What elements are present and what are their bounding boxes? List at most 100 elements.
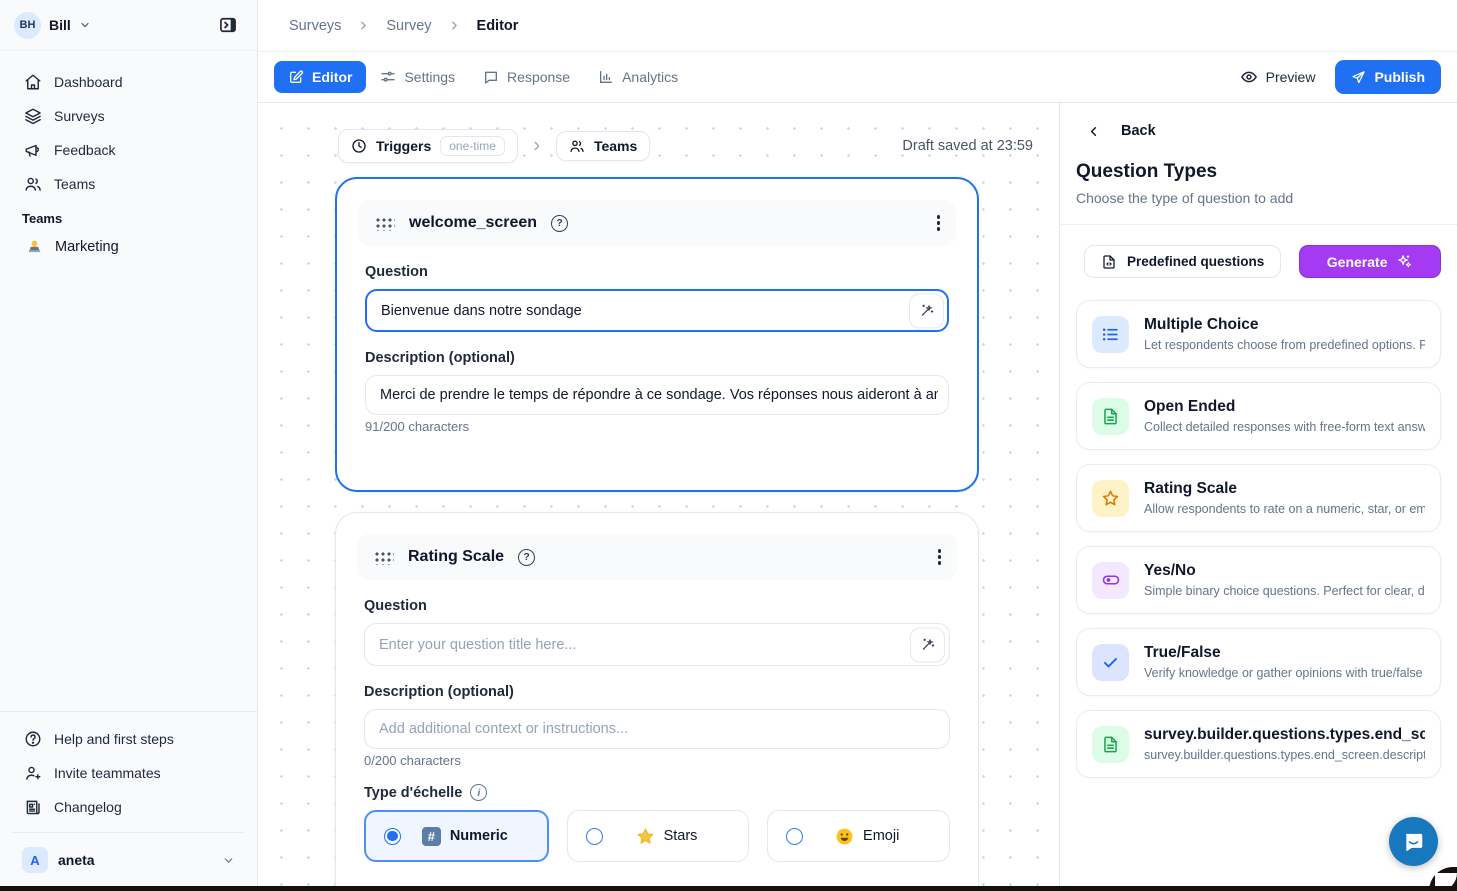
- char-count: 91/200 characters: [365, 419, 949, 434]
- question-card-title: welcome_screen: [409, 214, 537, 232]
- kebab-menu-icon[interactable]: [938, 549, 941, 564]
- tab-label: Settings: [404, 69, 455, 85]
- type-card-rating-scale[interactable]: Rating Scale Allow respondents to rate o…: [1076, 464, 1441, 532]
- type-title: Open Ended: [1144, 398, 1425, 416]
- drag-handle-icon[interactable]: [373, 550, 394, 565]
- panel-subtitle: Choose the type of question to add: [1076, 190, 1441, 206]
- publish-button[interactable]: Publish: [1335, 60, 1441, 94]
- teams-button[interactable]: Teams: [556, 131, 650, 161]
- sliders-icon: [380, 69, 396, 85]
- sidebar: BH Bill Dashboard Surveys Feedback Teams…: [0, 0, 258, 891]
- sparkles-icon: [1396, 253, 1413, 270]
- editor-toolbar: Editor Settings Response Analytics Previ…: [258, 52, 1457, 103]
- scale-option-stars[interactable]: Stars: [567, 810, 750, 862]
- type-card-true-false[interactable]: True/False Verify knowledge or gather op…: [1076, 628, 1441, 696]
- sidebar-toggle-icon[interactable]: [213, 10, 243, 40]
- sidebar-item-marketing[interactable]: Marketing: [12, 230, 245, 263]
- question-card-welcome[interactable]: welcome_screen ? Question Description (o…: [335, 177, 979, 492]
- type-card-yes-no[interactable]: Yes/No Simple binary choice questions. P…: [1076, 546, 1441, 614]
- chevron-right-icon: [530, 139, 544, 153]
- sidebar-nav: Dashboard Surveys Feedback Teams Teams M…: [0, 51, 257, 263]
- tab-editor[interactable]: Editor: [274, 61, 366, 93]
- publish-label: Publish: [1374, 69, 1425, 85]
- document-icon: [1092, 398, 1129, 435]
- users-icon: [569, 138, 585, 154]
- generate-button[interactable]: Generate: [1299, 245, 1441, 278]
- panel-title: Question Types: [1076, 161, 1441, 183]
- question-card-rating[interactable]: Rating Scale ? Question Description (opt…: [335, 512, 979, 891]
- magic-wand-icon[interactable]: [910, 627, 945, 662]
- predefined-questions-button[interactable]: Predefined questions: [1084, 245, 1281, 278]
- scale-option-label: Stars: [664, 828, 698, 844]
- tab-response[interactable]: Response: [469, 61, 584, 93]
- org-switcher[interactable]: A aneta: [12, 839, 245, 881]
- type-card-open-ended[interactable]: Open Ended Collect detailed responses wi…: [1076, 382, 1441, 450]
- tab-analytics[interactable]: Analytics: [584, 61, 692, 93]
- help-circle-icon: [24, 730, 42, 748]
- bar-chart-icon: [598, 69, 614, 85]
- check-icon: [1092, 644, 1129, 681]
- magic-wand-icon[interactable]: [909, 293, 944, 328]
- chevron-down-icon[interactable]: [79, 19, 91, 31]
- tab-settings[interactable]: Settings: [366, 61, 469, 93]
- breadcrumb-editor: Editor: [477, 18, 519, 34]
- question-card-header: welcome_screen ?: [358, 200, 956, 246]
- sidebar-item-dashboard[interactable]: Dashboard: [12, 65, 245, 99]
- chat-launcher-button[interactable]: [1389, 817, 1438, 866]
- question-title-input[interactable]: [365, 289, 949, 332]
- sidebar-item-label: Surveys: [54, 108, 105, 124]
- radio-selected: [384, 828, 401, 845]
- help-circle-icon[interactable]: ?: [518, 549, 535, 566]
- drag-handle-icon[interactable]: [374, 216, 395, 231]
- type-card-multiple-choice[interactable]: Multiple Choice Let respondents choose f…: [1076, 300, 1441, 368]
- scale-option-label: Numeric: [450, 828, 508, 844]
- description-label: Description (optional): [364, 684, 950, 700]
- tab-label: Editor: [312, 69, 352, 85]
- teams-label: Teams: [594, 138, 637, 154]
- scale-option-emoji[interactable]: Emoji: [767, 810, 950, 862]
- generate-label: Generate: [1327, 254, 1388, 270]
- question-title-input[interactable]: [364, 623, 950, 666]
- smiley-emoji: [835, 827, 854, 846]
- sidebar-item-feedback[interactable]: Feedback: [12, 133, 245, 167]
- document-icon: [1092, 726, 1129, 763]
- question-type-list: Multiple Choice Let respondents choose f…: [1076, 300, 1441, 778]
- back-button[interactable]: Back: [1086, 123, 1441, 139]
- user-name: Bill: [49, 17, 71, 33]
- sidebar-item-invite[interactable]: Invite teammates: [12, 756, 245, 790]
- sidebar-item-surveys[interactable]: Surveys: [12, 99, 245, 133]
- chevron-down-icon: [222, 854, 235, 867]
- type-title: Multiple Choice: [1144, 316, 1425, 334]
- home-icon: [24, 73, 42, 91]
- triggers-button[interactable]: Triggers one-time: [338, 129, 518, 163]
- hash-keycap-emoji: #: [422, 827, 441, 846]
- question-card-title: Rating Scale: [408, 548, 504, 566]
- breadcrumb-survey[interactable]: Survey: [386, 18, 431, 34]
- draft-status: Draft saved at 23:59: [902, 138, 1033, 154]
- sidebar-item-label: Feedback: [54, 142, 115, 158]
- kebab-menu-icon[interactable]: [937, 215, 940, 230]
- sidebar-item-teams[interactable]: Teams: [12, 167, 245, 201]
- type-desc: Let respondents choose from predefined o…: [1144, 338, 1425, 352]
- sidebar-item-changelog[interactable]: Changelog: [12, 790, 245, 824]
- scale-option-numeric[interactable]: # Numeric: [364, 810, 549, 862]
- type-card-end-screen[interactable]: survey.builder.questions.types.end_scr..…: [1076, 710, 1441, 778]
- description-input[interactable]: [364, 709, 950, 749]
- send-icon: [1351, 70, 1366, 85]
- star-icon: [1092, 480, 1129, 517]
- chevron-left-icon: [1086, 124, 1101, 139]
- help-circle-icon[interactable]: ?: [551, 215, 568, 232]
- preview-button[interactable]: Preview: [1240, 68, 1316, 86]
- question-card-header: Rating Scale ?: [357, 534, 957, 580]
- info-circle-icon[interactable]: i: [470, 784, 487, 801]
- breadcrumb-surveys[interactable]: Surveys: [289, 18, 341, 34]
- sidebar-item-label: Invite teammates: [54, 765, 161, 781]
- radio-unselected: [786, 828, 803, 845]
- sidebar-item-label: Help and first steps: [54, 731, 174, 747]
- tab-label: Response: [507, 69, 570, 85]
- type-title: Yes/No: [1144, 562, 1425, 580]
- description-input[interactable]: [365, 375, 949, 415]
- sidebar-item-help[interactable]: Help and first steps: [12, 722, 245, 756]
- radio-unselected: [586, 828, 603, 845]
- char-count: 0/200 characters: [364, 753, 950, 768]
